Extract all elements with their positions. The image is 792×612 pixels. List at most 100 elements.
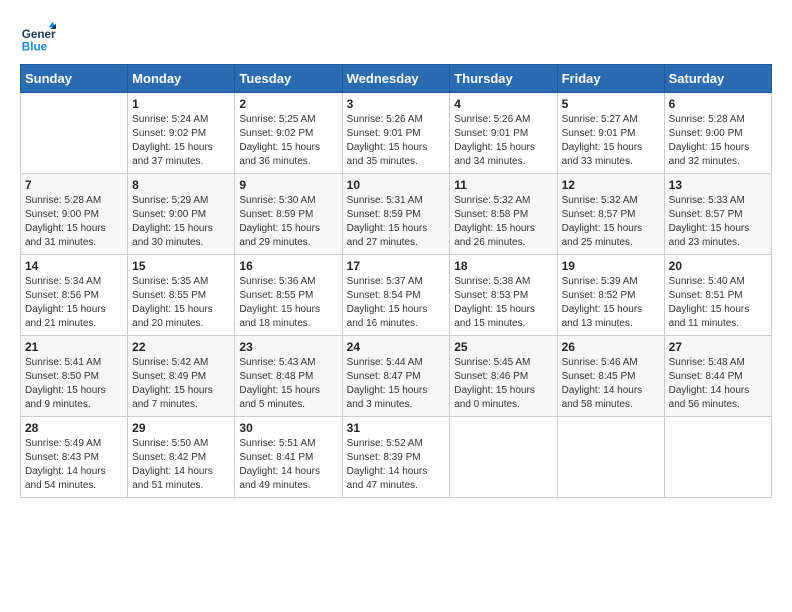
page-header: General Blue [20, 20, 772, 56]
calendar-cell: 23Sunrise: 5:43 AM Sunset: 8:48 PM Dayli… [235, 336, 342, 417]
weekday-header-friday: Friday [557, 65, 664, 93]
day-info: Sunrise: 5:41 AM Sunset: 8:50 PM Dayligh… [25, 356, 123, 412]
calendar-cell: 17 Sunrise: 5:37 AM Sunset: 8:54 PM Dayli… [342, 255, 450, 336]
day-number: 24 [347, 340, 446, 354]
svg-text:General: General [22, 28, 56, 41]
day-info: Sunrise: 5:51 AM Sunset: 8:41 PM Dayligh… [239, 437, 337, 493]
calendar-cell: 30 Sunrise: 5:51 AM Sunset: 8:41 PM Dayli… [235, 417, 342, 498]
calendar-cell: 26 Sunrise: 5:46 AM Sunset: 8:45 PM Dayli… [557, 336, 664, 417]
calendar-cell: 12Sunrise: 5:32 AM Sunset: 8:57 PM Dayli… [557, 174, 664, 255]
day-info: Sunrise: 5:33 AM Sunset: 8:57 PM Dayligh… [669, 194, 767, 250]
calendar-cell [664, 417, 771, 498]
day-number: 4 [454, 97, 552, 111]
day-info: Sunrise: 5:40 AM Sunset: 8:51 PM Dayligh… [669, 275, 767, 331]
calendar-cell: 7 Sunrise: 5:28 AM Sunset: 9:00 PM Daylig… [21, 174, 128, 255]
day-info: Sunrise: 5:26 AM Sunset: 9:01 PM Dayligh… [347, 113, 446, 169]
day-number: 31 [347, 421, 446, 435]
day-info: Sunrise: 5:50 AM Sunset: 8:42 PM Dayligh… [132, 437, 230, 493]
day-number: 13 [669, 178, 767, 192]
calendar-body: 1 Sunrise: 5:24 AM Sunset: 9:02 PM Daylig… [21, 93, 772, 498]
day-info: Sunrise: 5:52 AM Sunset: 8:39 PM Dayligh… [347, 437, 446, 493]
calendar-cell: 9 Sunrise: 5:30 AM Sunset: 8:59 PM Daylig… [235, 174, 342, 255]
weekday-header-tuesday: Tuesday [235, 65, 342, 93]
day-number: 19 [562, 259, 660, 273]
calendar-cell [557, 417, 664, 498]
day-info: Sunrise: 5:31 AM Sunset: 8:59 PM Dayligh… [347, 194, 446, 250]
day-number: 15 [132, 259, 230, 273]
calendar-cell: 16 Sunrise: 5:36 AM Sunset: 8:55 PM Dayli… [235, 255, 342, 336]
day-info: Sunrise: 5:46 AM Sunset: 8:45 PM Dayligh… [562, 356, 660, 412]
day-info: Sunrise: 5:37 AM Sunset: 8:54 PM Dayligh… [347, 275, 446, 331]
day-number: 16 [239, 259, 337, 273]
day-number: 29 [132, 421, 230, 435]
day-info: Sunrise: 5:26 AM Sunset: 9:01 PM Dayligh… [454, 113, 552, 169]
day-info: Sunrise: 5:36 AM Sunset: 8:55 PM Dayligh… [239, 275, 337, 331]
logo: General Blue [20, 20, 56, 56]
calendar-cell: 1 Sunrise: 5:24 AM Sunset: 9:02 PM Daylig… [128, 93, 235, 174]
calendar-cell: 27Sunrise: 5:48 AM Sunset: 8:44 PM Dayli… [664, 336, 771, 417]
day-number: 11 [454, 178, 552, 192]
day-info: Sunrise: 5:44 AM Sunset: 8:47 PM Dayligh… [347, 356, 446, 412]
calendar-cell: 22 Sunrise: 5:42 AM Sunset: 8:49 PM Dayli… [128, 336, 235, 417]
calendar-cell: 14 Sunrise: 5:34 AM Sunset: 8:56 PM Dayli… [21, 255, 128, 336]
calendar-cell: 8Sunrise: 5:29 AM Sunset: 9:00 PM Daylig… [128, 174, 235, 255]
calendar-header: SundayMondayTuesdayWednesdayThursdayFrid… [21, 65, 772, 93]
day-info: Sunrise: 5:24 AM Sunset: 9:02 PM Dayligh… [132, 113, 230, 169]
weekday-header-saturday: Saturday [664, 65, 771, 93]
calendar-cell: 15 Sunrise: 5:35 AM Sunset: 8:55 PM Dayli… [128, 255, 235, 336]
calendar-cell: 3 Sunrise: 5:26 AM Sunset: 9:01 PM Daylig… [342, 93, 450, 174]
day-number: 23 [239, 340, 337, 354]
calendar-cell: 4 Sunrise: 5:26 AM Sunset: 9:01 PM Daylig… [450, 93, 557, 174]
calendar-cell: 29 Sunrise: 5:50 AM Sunset: 8:42 PM Dayli… [128, 417, 235, 498]
day-info: Sunrise: 5:34 AM Sunset: 8:56 PM Dayligh… [25, 275, 123, 331]
day-number: 7 [25, 178, 123, 192]
calendar-week-4: 21 Sunrise: 5:41 AM Sunset: 8:50 PM Dayli… [21, 336, 772, 417]
calendar-cell [21, 93, 128, 174]
calendar-cell: 25Sunrise: 5:45 AM Sunset: 8:46 PM Dayli… [450, 336, 557, 417]
day-info: Sunrise: 5:42 AM Sunset: 8:49 PM Dayligh… [132, 356, 230, 412]
calendar-cell: 13 Sunrise: 5:33 AM Sunset: 8:57 PM Dayli… [664, 174, 771, 255]
day-info: Sunrise: 5:28 AM Sunset: 9:00 PM Dayligh… [669, 113, 767, 169]
day-number: 3 [347, 97, 446, 111]
day-info: Sunrise: 5:39 AM Sunset: 8:52 PM Dayligh… [562, 275, 660, 331]
calendar-cell: 21 Sunrise: 5:41 AM Sunset: 8:50 PM Dayli… [21, 336, 128, 417]
calendar-cell: 24 Sunrise: 5:44 AM Sunset: 8:47 PM Dayli… [342, 336, 450, 417]
weekday-header-wednesday: Wednesday [342, 65, 450, 93]
day-number: 18 [454, 259, 552, 273]
calendar-cell: 2 Sunrise: 5:25 AM Sunset: 9:02 PM Daylig… [235, 93, 342, 174]
day-number: 10 [347, 178, 446, 192]
day-info: Sunrise: 5:32 AM Sunset: 8:58 PM Dayligh… [454, 194, 552, 250]
day-number: 22 [132, 340, 230, 354]
day-info: Sunrise: 5:35 AM Sunset: 8:55 PM Dayligh… [132, 275, 230, 331]
calendar-cell: 31 Sunrise: 5:52 AM Sunset: 8:39 PM Dayli… [342, 417, 450, 498]
calendar-cell: 18 Sunrise: 5:38 AM Sunset: 8:53 PM Dayli… [450, 255, 557, 336]
day-number: 26 [562, 340, 660, 354]
day-number: 1 [132, 97, 230, 111]
day-number: 17 [347, 259, 446, 273]
day-info: Sunrise: 5:28 AM Sunset: 9:00 PM Dayligh… [25, 194, 123, 250]
day-number: 5 [562, 97, 660, 111]
logo-icon: General Blue [20, 20, 56, 56]
day-number: 6 [669, 97, 767, 111]
weekday-header-monday: Monday [128, 65, 235, 93]
day-info: Sunrise: 5:38 AM Sunset: 8:53 PM Dayligh… [454, 275, 552, 331]
day-info: Sunrise: 5:25 AM Sunset: 9:02 PM Dayligh… [239, 113, 337, 169]
day-number: 28 [25, 421, 123, 435]
day-number: 2 [239, 97, 337, 111]
day-info: Sunrise: 5:30 AM Sunset: 8:59 PM Dayligh… [239, 194, 337, 250]
day-number: 20 [669, 259, 767, 273]
calendar-week-3: 14 Sunrise: 5:34 AM Sunset: 8:56 PM Dayli… [21, 255, 772, 336]
calendar-cell [450, 417, 557, 498]
day-number: 30 [239, 421, 337, 435]
day-number: 27 [669, 340, 767, 354]
day-number: 21 [25, 340, 123, 354]
day-number: 14 [25, 259, 123, 273]
svg-text:Blue: Blue [22, 41, 48, 54]
day-number: 25 [454, 340, 552, 354]
calendar-cell: 11 Sunrise: 5:32 AM Sunset: 8:58 PM Dayli… [450, 174, 557, 255]
day-number: 9 [239, 178, 337, 192]
calendar-table: SundayMondayTuesdayWednesdayThursdayFrid… [20, 64, 772, 498]
day-number: 8 [132, 178, 230, 192]
calendar-cell: 5Sunrise: 5:27 AM Sunset: 9:01 PM Daylig… [557, 93, 664, 174]
day-number: 12 [562, 178, 660, 192]
